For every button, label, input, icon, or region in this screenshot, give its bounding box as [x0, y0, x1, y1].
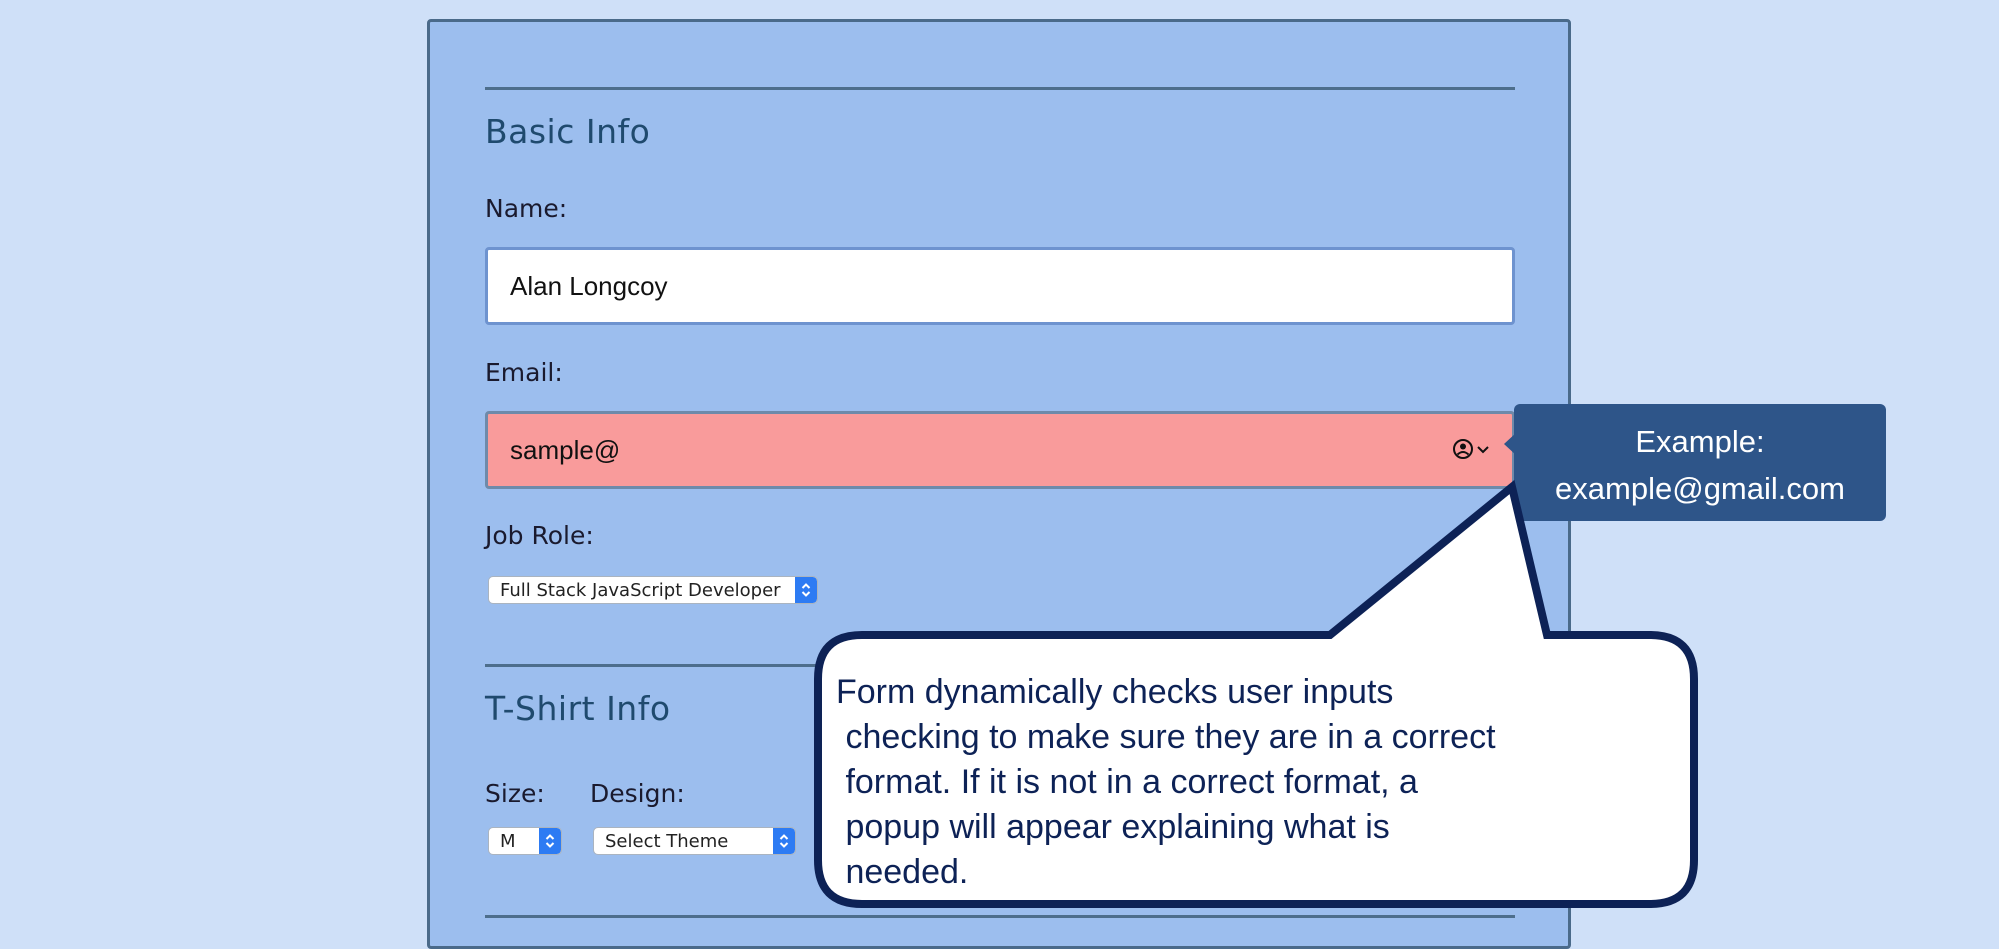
- design-label: Design:: [590, 779, 685, 808]
- email-format-tooltip: Example: example@gmail.com: [1514, 404, 1886, 521]
- email-input-value: sample@: [510, 434, 621, 465]
- email-label: Email:: [485, 358, 563, 387]
- size-label: Size:: [485, 779, 545, 808]
- basic-info-heading: Basic Info: [485, 112, 651, 151]
- job-role-label: Job Role:: [485, 521, 594, 550]
- section-divider: [485, 664, 1515, 667]
- tshirt-info-heading: T-Shirt Info: [485, 689, 671, 728]
- select-arrows-icon: [539, 828, 561, 854]
- design-select[interactable]: Select Theme: [593, 827, 796, 855]
- email-input[interactable]: sample@: [485, 411, 1515, 489]
- job-role-select[interactable]: Full Stack JavaScript Developer: [488, 576, 818, 604]
- callout-text: Form dynamically checks user inputs chec…: [836, 673, 1496, 891]
- section-divider: [485, 915, 1515, 918]
- select-arrows-icon: [773, 828, 795, 854]
- name-label: Name:: [485, 194, 568, 223]
- select-arrows-icon: [795, 577, 817, 603]
- design-select-value: Select Theme: [605, 830, 729, 852]
- size-select-value: M: [500, 830, 516, 852]
- tooltip-line-1: Example:: [1635, 424, 1765, 459]
- size-select[interactable]: M: [488, 827, 562, 855]
- tooltip-line-2: example@gmail.com: [1555, 471, 1845, 506]
- name-input[interactable]: Alan Longcoy: [485, 247, 1515, 325]
- contact-autofill-icon[interactable]: [1452, 438, 1490, 460]
- chevron-down-icon: [1477, 446, 1489, 454]
- name-input-value: Alan Longcoy: [510, 270, 668, 301]
- job-role-select-value: Full Stack JavaScript Developer: [500, 579, 781, 601]
- section-divider: [485, 87, 1515, 90]
